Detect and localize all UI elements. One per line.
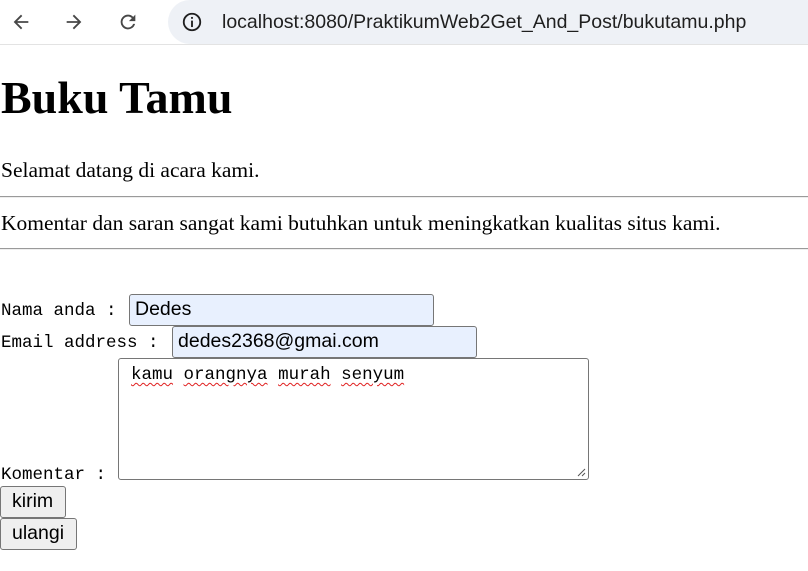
site-info-button[interactable] bbox=[180, 10, 204, 34]
reload-button[interactable] bbox=[110, 4, 146, 40]
resize-handle-icon[interactable] bbox=[576, 467, 586, 477]
email-input[interactable]: dedes2368@gmai.com bbox=[172, 326, 477, 358]
browser-toolbar: localhost:8080/PraktikumWeb2Get_And_Post… bbox=[0, 0, 808, 45]
intro-message: Komentar dan saran sangat kami butuhkan … bbox=[1, 211, 721, 235]
nama-input[interactable]: Dedes bbox=[129, 294, 434, 326]
comment-word: murah bbox=[278, 365, 331, 385]
komentar-label: Komentar : bbox=[1, 465, 117, 485]
email-label: Email address : bbox=[1, 333, 170, 353]
welcome-text: Selamat datang di acara kami. bbox=[1, 158, 260, 182]
reload-icon bbox=[120, 14, 136, 30]
divider bbox=[0, 248, 808, 250]
divider bbox=[0, 196, 808, 198]
arrow-right-icon bbox=[66, 14, 82, 30]
page-title: Buku Tamu bbox=[1, 72, 233, 123]
url-text[interactable]: localhost:8080/PraktikumWeb2Get_And_Post… bbox=[222, 10, 746, 34]
arrow-left-icon bbox=[13, 14, 29, 30]
komentar-textarea[interactable]: kamu orangnya murah senyum bbox=[118, 358, 589, 480]
address-bar[interactable]: localhost:8080/PraktikumWeb2Get_And_Post… bbox=[168, 0, 808, 44]
nama-label: Nama anda : bbox=[1, 301, 128, 321]
comment-word: kamu bbox=[131, 365, 174, 385]
reset-button[interactable]: ulangi bbox=[0, 518, 77, 550]
back-button[interactable] bbox=[3, 4, 39, 40]
submit-button[interactable]: kirim bbox=[0, 486, 66, 518]
info-icon bbox=[182, 12, 202, 32]
comment-word: orangnya bbox=[183, 365, 268, 385]
forward-button[interactable] bbox=[56, 4, 92, 40]
comment-word: senyum bbox=[341, 365, 405, 385]
